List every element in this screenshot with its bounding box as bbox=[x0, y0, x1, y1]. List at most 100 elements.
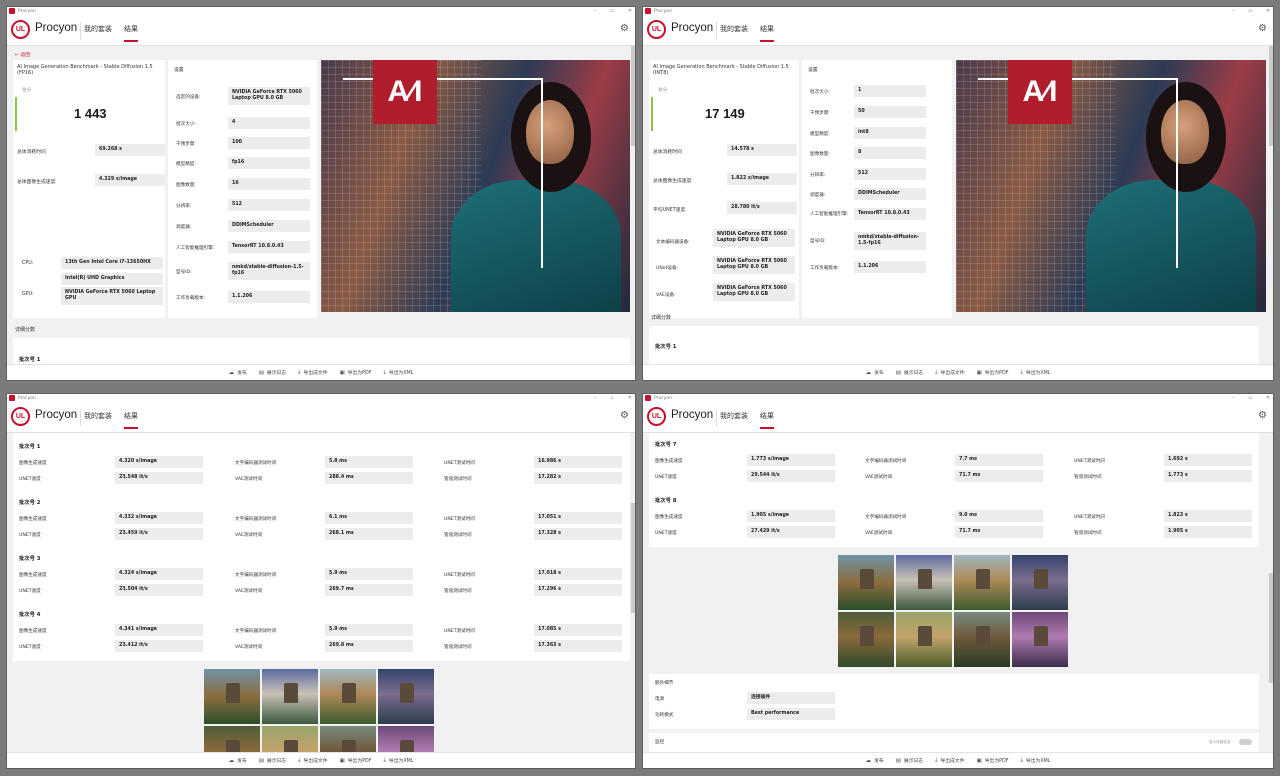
generated-image[interactable] bbox=[320, 669, 376, 724]
close-icon[interactable]: ✕ bbox=[1266, 7, 1270, 16]
document-icon: ▤ bbox=[258, 757, 264, 764]
back-link[interactable]: ← 返回 bbox=[15, 51, 30, 58]
minimize-icon[interactable]: – bbox=[594, 7, 597, 16]
export-file-button[interactable]: ⤓ 导出成文件 bbox=[935, 369, 964, 376]
unet-value: 28.780 it/s bbox=[727, 202, 797, 215]
extra-details-title: 额外细节 bbox=[655, 681, 674, 686]
nav-my-suite[interactable]: 我的套装 bbox=[720, 24, 748, 34]
title-bar: Procyon – ▫ ✕ bbox=[7, 394, 635, 403]
tab-results[interactable]: 结果 bbox=[760, 411, 774, 429]
monitor-toggle[interactable] bbox=[1239, 739, 1252, 745]
img-speed-value: 1.773 s/image bbox=[747, 454, 835, 467]
nav-divider bbox=[716, 409, 717, 426]
save-icon: ▣ bbox=[339, 369, 345, 376]
export-file-button[interactable]: ⤓ 导出成文件 bbox=[935, 757, 964, 764]
generated-image[interactable] bbox=[204, 669, 260, 724]
generated-image[interactable] bbox=[262, 669, 318, 724]
maximize-icon[interactable]: ▫ bbox=[610, 394, 613, 403]
show-log-button[interactable]: ▤ 展示日志 bbox=[896, 757, 923, 765]
speed-label: 总体图像生成速度 bbox=[653, 179, 692, 184]
generated-image[interactable] bbox=[378, 726, 434, 752]
generated-image[interactable] bbox=[1012, 612, 1068, 667]
export-xml-button[interactable]: ⤓ 导出为XML bbox=[383, 757, 413, 764]
setting-value: DDIMScheduler bbox=[854, 188, 926, 201]
text-enc-label: 文字编码器测试时间 bbox=[235, 629, 277, 634]
bottom-toolbar: ☁ 发布 ▤ 展示日志 ⤓ 导出成文件 ▣ 导出为PDF ⤓ 导出为XML bbox=[643, 752, 1273, 768]
detail-scores-title: 详细分数 bbox=[651, 315, 672, 321]
setting-value: DDIMScheduler bbox=[228, 220, 310, 233]
setting-value: nmkd/stable-diffusion-1.5-fp16 bbox=[228, 262, 310, 281]
nav-my-suite[interactable]: 我的套装 bbox=[84, 24, 112, 34]
show-log-button[interactable]: ▤ 展示日志 bbox=[896, 369, 923, 377]
scrollbar[interactable] bbox=[1269, 46, 1273, 146]
generated-image[interactable] bbox=[838, 612, 894, 667]
generated-image[interactable] bbox=[1012, 555, 1068, 610]
img-speed-label: 图像生成速度 bbox=[655, 515, 683, 520]
unet-speed-value: 29.544 it/s bbox=[747, 470, 835, 483]
gear-icon[interactable]: ⚙ bbox=[1258, 23, 1267, 34]
export-file-button[interactable]: ⤓ 导出成文件 bbox=[298, 757, 327, 764]
show-log-button[interactable]: ▤ 展示日志 bbox=[258, 757, 286, 765]
window-int8-details: Procyon – ▫ ✕ UL Procyon 我的套装 结果 ⚙ 批次号 7 图… bbox=[642, 393, 1274, 769]
scrollbar[interactable] bbox=[1269, 573, 1273, 683]
export-pdf-button[interactable]: ▣ 导出为PDF bbox=[340, 757, 372, 765]
gear-icon[interactable]: ⚙ bbox=[620, 410, 629, 421]
generated-image[interactable] bbox=[262, 726, 318, 752]
maximize-icon[interactable]: ▫ bbox=[1248, 394, 1251, 403]
minimize-icon[interactable]: – bbox=[1232, 7, 1235, 16]
tab-results[interactable]: 结果 bbox=[124, 24, 138, 42]
setting-label: 型号ID: bbox=[810, 239, 826, 244]
unet-time-label: UNET测试时间 bbox=[444, 573, 475, 578]
gear-icon[interactable]: ⚙ bbox=[1258, 410, 1267, 421]
generated-image[interactable] bbox=[204, 726, 260, 752]
close-icon[interactable]: ✕ bbox=[628, 7, 632, 16]
score-label: 总分 bbox=[658, 88, 668, 93]
maximize-icon[interactable]: ▫ bbox=[1248, 7, 1251, 16]
pipeline-time-value: 1.905 s bbox=[1164, 526, 1252, 539]
scrollbar[interactable] bbox=[631, 46, 635, 146]
generated-image[interactable] bbox=[378, 669, 434, 724]
generated-image[interactable] bbox=[320, 726, 376, 752]
export-xml-button[interactable]: ⤓ 导出为XML bbox=[1020, 757, 1050, 764]
generated-image[interactable] bbox=[896, 555, 952, 610]
tab-results[interactable]: 结果 bbox=[124, 411, 138, 429]
download-icon: ⤓ bbox=[935, 757, 938, 763]
batch-panel: 批次号 1 bbox=[649, 326, 1259, 364]
export-pdf-button[interactable]: ▣ 导出为PDF bbox=[339, 369, 372, 377]
nav-my-suite[interactable]: 我的套装 bbox=[84, 411, 112, 421]
img-speed-label: 图像生成速度 bbox=[19, 573, 47, 578]
vae-time-label: VAE测试时间 bbox=[235, 533, 263, 538]
publish-button[interactable]: ☁ 发布 bbox=[229, 369, 247, 377]
unet-speed-label: UNET速度 bbox=[19, 533, 41, 538]
gear-icon[interactable]: ⚙ bbox=[620, 23, 629, 34]
generated-image[interactable] bbox=[838, 555, 894, 610]
publish-button[interactable]: ☁ 发布 bbox=[229, 757, 247, 765]
export-file-button[interactable]: ⤓ 导出成文件 bbox=[298, 369, 327, 376]
publish-button[interactable]: ☁ 发布 bbox=[866, 369, 884, 377]
tab-results[interactable]: 结果 bbox=[760, 24, 774, 42]
minimize-icon[interactable]: – bbox=[1232, 394, 1235, 403]
show-log-button[interactable]: ▤ 展示日志 bbox=[259, 369, 286, 377]
text-enc-label: 文字编码器测试时间 bbox=[865, 459, 907, 464]
export-pdf-button[interactable]: ▣ 导出为PDF bbox=[977, 369, 1009, 377]
text-enc-value: 7.7 ms bbox=[955, 454, 1043, 467]
scrollbar[interactable] bbox=[631, 503, 635, 613]
vae-time-value: 71.7 ms bbox=[955, 526, 1043, 539]
close-icon[interactable]: ✕ bbox=[1266, 394, 1270, 403]
nav-divider bbox=[80, 22, 81, 39]
unet-speed-value: 27.429 it/s bbox=[747, 526, 835, 539]
generated-image[interactable] bbox=[954, 612, 1010, 667]
maximize-icon[interactable]: ▫ bbox=[610, 7, 613, 16]
publish-button[interactable]: ☁ 发布 bbox=[866, 757, 884, 765]
minimize-icon[interactable]: – bbox=[594, 394, 597, 403]
close-icon[interactable]: ✕ bbox=[628, 394, 632, 403]
nav-my-suite[interactable]: 我的套装 bbox=[720, 411, 748, 421]
generated-image[interactable] bbox=[896, 612, 952, 667]
generated-image[interactable] bbox=[954, 555, 1010, 610]
export-xml-button[interactable]: ⤓ 导出为XML bbox=[1020, 369, 1050, 376]
export-xml-button[interactable]: ⤓ 导出为XML bbox=[383, 369, 413, 376]
settings-panel: 设置 选定的设备: NVIDIA GeForce RTX 5060 Laptop… bbox=[168, 60, 317, 318]
power-mode-label: 功耗模式 bbox=[655, 713, 674, 718]
export-pdf-button[interactable]: ▣ 导出为PDF bbox=[977, 757, 1009, 765]
score-bar bbox=[651, 97, 653, 131]
